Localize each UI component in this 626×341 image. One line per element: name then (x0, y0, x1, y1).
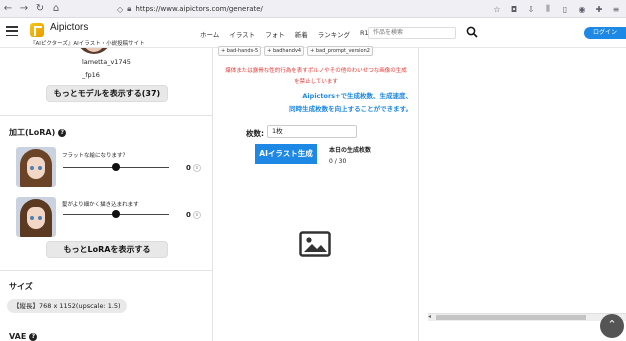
account-icon[interactable]: ◉ (576, 5, 588, 14)
sidebar-icon[interactable]: ▯ (559, 5, 571, 14)
lora-thumbnail-detailed-hair[interactable] (16, 197, 56, 237)
scrollbar-thumb[interactable] (436, 315, 586, 320)
content-warning: 爆体または露骨な性的行為を表すポルノやその他のわいせつな画像の生成 を禁止してい… (213, 66, 419, 88)
lora-weight-input[interactable]: 0 ⇕ (186, 210, 208, 220)
negative-tag[interactable]: + badhandv4 (264, 46, 305, 56)
lora-slider-knob[interactable] (112, 210, 120, 218)
size-select[interactable]: 【縦長】768 x 1152(upscale: 1.5) (7, 299, 127, 313)
logo-text: Aipictors (50, 22, 89, 33)
generate-button[interactable]: AIイラスト生成 (255, 144, 317, 164)
model-name-suffix: _fp16 (82, 71, 100, 79)
nav-illust[interactable]: イラスト (229, 29, 255, 39)
forward-icon[interactable]: → (16, 1, 32, 17)
bookmark-star-icon[interactable]: ☆ (491, 5, 503, 14)
help-icon[interactable]: ? (29, 332, 38, 341)
result-panel (419, 48, 626, 341)
search-input[interactable] (368, 27, 456, 39)
library-icon[interactable]: ⫼ (542, 4, 554, 14)
scroll-to-top-button[interactable]: ⌃ (600, 314, 624, 338)
lora-thumbnail-flat[interactable] (16, 147, 56, 187)
stepper-icon[interactable]: ⇕ (192, 164, 201, 172)
generate-panel: + bad-hands-5 + badhandv4 + bad_prompt_v… (213, 46, 419, 341)
lora-title-text: 加工(LoRA) (9, 128, 56, 137)
lora-label: フラットな絵になります？ (62, 153, 129, 159)
info-line: 同時生成枚数を向上することができます。 (289, 105, 412, 113)
lock-icon: 🔒︎ (127, 4, 132, 13)
pocket-icon[interactable]: ◘ (508, 5, 520, 14)
site-header: Aipictors 『AIピクターズ』AIイラスト・小説投稿サイト ホーム イラ… (0, 18, 626, 48)
divider (0, 270, 212, 271)
url-text: https://www.aipictors.com/generate/ (135, 5, 263, 13)
help-icon[interactable]: ? (58, 128, 67, 137)
more-lora-button[interactable]: もっとLoRAを表示する (46, 241, 168, 258)
info-line: Aipictors+で生成枚数、生成速度、 (302, 92, 412, 100)
nav-ranking[interactable]: ランキング (318, 29, 350, 39)
daily-count-value: 0 / 30 (329, 158, 347, 165)
warning-line: 爆体または露骨な性的行為を表すポルノやその他のわいせつな画像の生成 (225, 68, 407, 74)
model-name: lametta_v1745 (82, 58, 131, 66)
login-button[interactable]: ログイン (584, 27, 626, 39)
hamburger-menu-icon[interactable] (6, 26, 18, 36)
extensions-icon[interactable]: ✚ (593, 5, 605, 14)
count-select[interactable]: 1枚 (267, 125, 357, 138)
address-bar[interactable]: ◇ 🔒︎ https://www.aipictors.com/generate/ (117, 2, 517, 16)
download-icon[interactable]: ⇩ (525, 5, 537, 14)
size-section-title: サイズ (9, 282, 33, 291)
stepper-icon[interactable]: ⇕ (192, 211, 201, 219)
nav-photo[interactable]: フォト (265, 29, 285, 39)
lora-weight-input[interactable]: 0 ⇕ (186, 163, 208, 173)
generation-settings-panel: lametta_v1745 _fp16 もっとモデルを表示する(37) 加工(L… (0, 48, 213, 341)
lora-weight-value: 0 (186, 211, 191, 219)
site-tagline: 『AIピクターズ』AIイラスト・小説投稿サイト (30, 41, 145, 47)
vae-section-title: VAE ? (9, 332, 38, 341)
lora-weight-value: 0 (186, 164, 191, 172)
reload-icon[interactable]: ↻ (32, 1, 48, 17)
nav-new[interactable]: 新着 (295, 29, 308, 39)
lora-label: 髪がより細かく描き込まれます (62, 202, 139, 208)
warning-line: を禁止しています (294, 79, 338, 85)
lora-slider-knob[interactable] (112, 163, 120, 171)
negative-tag[interactable]: + bad_prompt_version2 (307, 46, 373, 56)
daily-count-label: 本日の生成枚数 (329, 147, 372, 154)
negative-prompt-tags: + bad-hands-5 + badhandv4 + bad_prompt_v… (218, 46, 373, 56)
divider (0, 115, 212, 116)
search-icon[interactable] (466, 26, 478, 38)
horizontal-scrollbar[interactable]: ◂ (428, 313, 626, 321)
scroll-left-icon[interactable]: ◂ (428, 313, 431, 320)
top-nav: ホーム イラスト フォト 新着 ランキング R18 (200, 29, 373, 39)
more-models-button[interactable]: もっとモデルを表示する(37) (46, 85, 168, 102)
image-placeholder-icon (299, 231, 331, 257)
logo-mark-icon (30, 23, 44, 37)
home-icon[interactable]: ⌂ (48, 1, 64, 17)
browser-extensions: ☆ ◘ ⇩ ⫼ ▯ ◉ ✚ ≡ (491, 2, 622, 16)
vae-title-text: VAE (9, 332, 27, 341)
back-icon[interactable]: ← (0, 1, 16, 17)
plus-info[interactable]: Aipictors+で生成枚数、生成速度、 同時生成枚数を向上することができます… (213, 90, 419, 116)
shield-icon: ◇ (117, 4, 124, 14)
browser-toolbar: ← → ↻ ⌂ ◇ 🔒︎ https://www.aipictors.com/g… (0, 0, 626, 18)
lora-section-title: 加工(LoRA) ? (9, 127, 67, 138)
model-thumbnail[interactable] (68, 48, 120, 56)
count-label: 枚数: (246, 129, 264, 138)
negative-tag[interactable]: + bad-hands-5 (218, 46, 262, 56)
menu-icon[interactable]: ≡ (610, 5, 622, 14)
nav-home[interactable]: ホーム (200, 29, 219, 39)
